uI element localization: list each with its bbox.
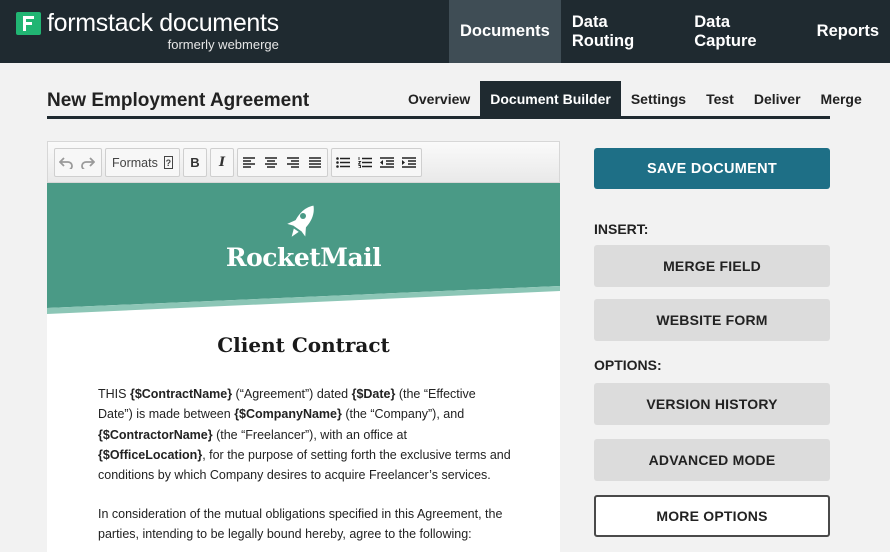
- options-label: OPTIONS:: [594, 357, 662, 373]
- merge-field: {$Date}: [351, 387, 396, 401]
- document-title: Client Contract: [217, 333, 390, 357]
- align-justify-icon: [309, 157, 321, 168]
- list-group: [331, 148, 422, 177]
- tab-settings[interactable]: Settings: [621, 81, 696, 116]
- merge-field: {$ContractorName}: [98, 427, 213, 442]
- bullet-list-button[interactable]: [332, 149, 354, 176]
- redo-icon: [81, 156, 95, 169]
- nav-data-routing[interactable]: Data Routing: [561, 0, 683, 63]
- merge-field-button[interactable]: MERGE FIELD: [594, 245, 830, 287]
- italic-button[interactable]: I: [211, 149, 233, 176]
- align-center-icon: [265, 157, 277, 168]
- document-tabs: Overview Document Builder Settings Test …: [398, 81, 872, 116]
- nav-data-capture[interactable]: Data Capture: [683, 0, 805, 63]
- save-document-button[interactable]: SAVE DOCUMENT: [594, 148, 830, 189]
- history-group: [54, 148, 102, 177]
- indent-button[interactable]: [398, 149, 420, 176]
- tab-overview[interactable]: Overview: [398, 81, 480, 116]
- contract-paragraph-1[interactable]: THIS {$ContractName} (“Agreement”) dated…: [98, 384, 513, 485]
- bold-group: B: [183, 148, 207, 177]
- undo-icon: [59, 156, 73, 169]
- logo-subtitle: formerly webmerge: [167, 37, 279, 52]
- bold-button[interactable]: B: [184, 149, 206, 176]
- undo-button[interactable]: [55, 149, 77, 176]
- align-center-button[interactable]: [260, 149, 282, 176]
- formstack-logo-icon: [16, 12, 41, 35]
- align-left-icon: [243, 157, 255, 168]
- formats-label: Formats: [112, 155, 158, 170]
- website-form-button[interactable]: WEBSITE FORM: [594, 299, 830, 341]
- outdent-icon: [380, 157, 394, 168]
- brand-logo-text: RocketMail: [225, 243, 382, 272]
- italic-group: I: [210, 148, 234, 177]
- redo-button[interactable]: [77, 149, 99, 176]
- version-history-button[interactable]: VERSION HISTORY: [594, 383, 830, 425]
- align-right-button[interactable]: [282, 149, 304, 176]
- bullet-list-icon: [336, 157, 350, 168]
- merge-field: {$CompanyName}: [234, 407, 342, 422]
- top-bar: formstack documents formerly webmerge Do…: [0, 0, 890, 63]
- tab-deliver[interactable]: Deliver: [744, 81, 811, 116]
- align-justify-button[interactable]: [304, 149, 326, 176]
- outdent-button[interactable]: [376, 149, 398, 176]
- page-title: New Employment Agreement: [47, 90, 310, 111]
- title-divider: [47, 116, 830, 119]
- formstack-logo[interactable]: formstack documents formerly webmerge: [16, 10, 279, 54]
- alignment-group: [237, 148, 328, 177]
- rocket-icon: [287, 205, 314, 237]
- tab-document-builder[interactable]: Document Builder: [480, 81, 621, 116]
- numbered-list-button[interactable]: [354, 149, 376, 176]
- merge-field: {$ContractName}: [129, 387, 233, 401]
- help-icon[interactable]: ?: [163, 156, 173, 169]
- merge-field: {$OfficeLocation}: [98, 447, 203, 462]
- editor-toolbar: Formats ? B I: [47, 141, 560, 183]
- indent-icon: [402, 157, 416, 168]
- insert-label: INSERT:: [594, 221, 649, 237]
- align-right-icon: [287, 157, 299, 168]
- contract-paragraph-2[interactable]: In consideration of the mutual obligatio…: [98, 504, 513, 545]
- nav-documents[interactable]: Documents: [449, 0, 561, 63]
- logo-title: formstack documents: [47, 9, 279, 37]
- advanced-mode-button[interactable]: ADVANCED MODE: [594, 439, 830, 481]
- formats-dropdown[interactable]: Formats ?: [105, 148, 180, 177]
- tab-merge[interactable]: Merge: [811, 81, 872, 116]
- main-nav: Documents Data Routing Data Capture Repo…: [449, 0, 890, 63]
- nav-reports[interactable]: Reports: [806, 0, 890, 63]
- more-options-button[interactable]: MORE OPTIONS: [594, 495, 830, 537]
- document-editor[interactable]: Formats ? B I RocketMail Client Contract…: [47, 141, 560, 552]
- align-left-button[interactable]: [238, 149, 260, 176]
- tab-test[interactable]: Test: [696, 81, 744, 116]
- numbered-list-icon: [358, 157, 372, 168]
